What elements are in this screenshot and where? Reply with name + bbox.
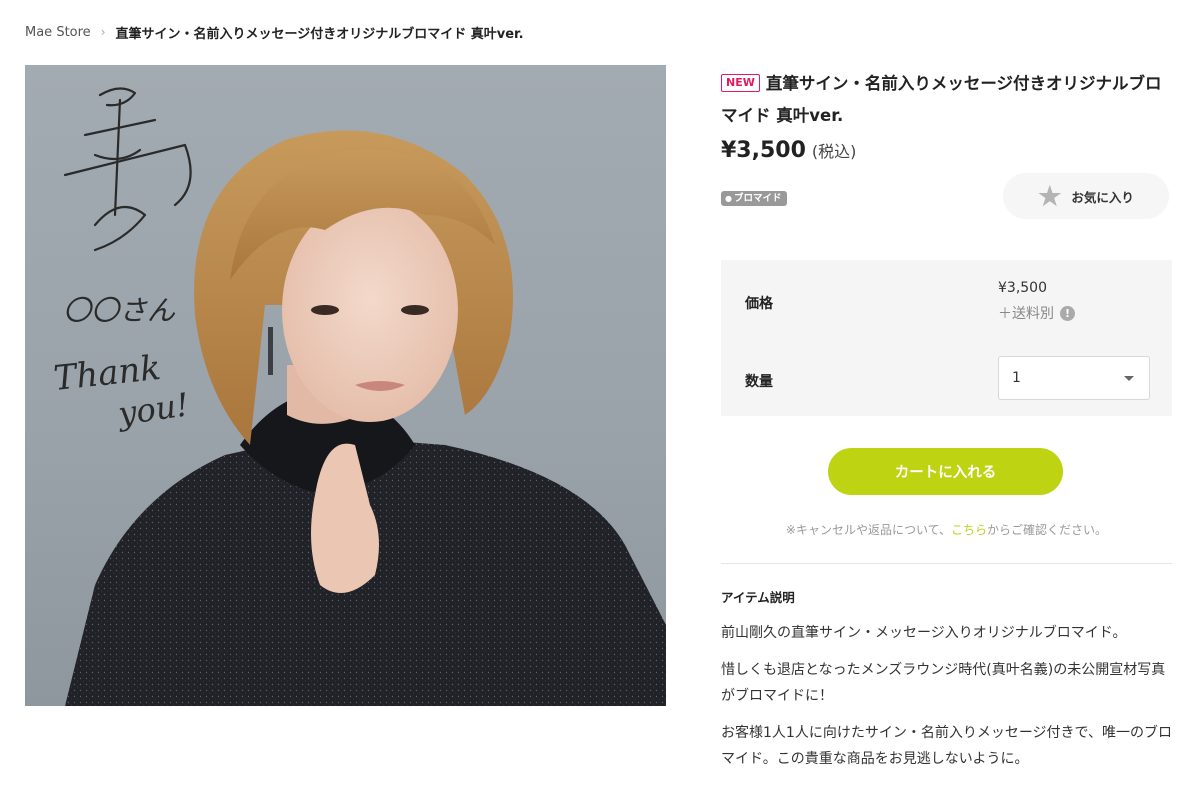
price-label: 価格: [745, 296, 773, 312]
star-icon: ★: [1038, 181, 1062, 211]
description-paragraph: 前山剛久の直筆サイン・メッセージ入りオリジナルブロマイド。: [721, 625, 1127, 641]
tax-note: (税込): [811, 142, 857, 161]
info-icon[interactable]: !: [1060, 305, 1075, 321]
breadcrumb-current: 直筆サイン・名前入りメッセージ付きオリジナルブロマイド 真叶ver.: [115, 26, 524, 42]
shipping-note: ＋送料別 !: [998, 303, 1075, 323]
handwriting-line-3: you!: [114, 385, 191, 433]
description-paragraph: 惜しくも退店となったメンズラウンジ時代(真叶名義)の未公開宣材写真がブロマイドに…: [721, 662, 1166, 704]
tag-icon: ●: [725, 194, 732, 203]
notice-text-after: からご確認ください。: [987, 523, 1108, 537]
tag-favorite-row: ● ブロマイド ★ お気に入り: [721, 171, 1173, 221]
price-row: ¥3,500 (税込): [721, 138, 1173, 163]
cancellation-notice: ※キャンセルや返品について、こちらからご確認ください。: [721, 521, 1172, 538]
notice-text-before: ※キャンセルや返品について、: [785, 523, 952, 537]
chevron-down-icon: [1124, 376, 1134, 381]
product-title: NEW 直筆サイン・名前入りメッセージ付きオリジナルブロマイド 真叶ver.: [721, 68, 1173, 132]
description-paragraph: お客様1人1人に向けたサイン・名前入りメッセージ付きで、唯一のブロマイド。この貴…: [721, 725, 1172, 767]
favorite-label: お気に入り: [1071, 190, 1134, 205]
product-title-text: 直筆サイン・名前入りメッセージ付きオリジナルブロマイド 真叶ver.: [721, 74, 1162, 125]
quantity-select[interactable]: 1: [998, 356, 1150, 400]
category-tag-label: ブロマイド: [733, 193, 782, 204]
item-description: アイテム説明 前山剛久の直筆サイン・メッセージ入りオリジナルブロマイド。 惜しく…: [721, 587, 1173, 783]
handwriting-line-1: 〇〇さん: [63, 294, 176, 327]
panel-price-value: ¥3,500: [998, 280, 1047, 296]
breadcrumb-store-link[interactable]: Mae Store: [25, 25, 91, 40]
description-heading: アイテム説明: [721, 590, 795, 605]
product-price: ¥3,500: [721, 138, 806, 163]
shipping-note-text: ＋送料別: [998, 306, 1054, 322]
add-to-cart-button[interactable]: カートに入れる: [828, 448, 1063, 495]
new-badge: NEW: [721, 74, 760, 92]
breadcrumb-separator-icon: ›: [100, 25, 106, 39]
order-panel: 価格 ¥3,500 ＋送料別 ! 数量 1: [721, 260, 1172, 416]
category-tag[interactable]: ● ブロマイド: [721, 191, 787, 206]
quantity-value: 1: [1012, 370, 1021, 386]
breadcrumb: Mae Store › 直筆サイン・名前入りメッセージ付きオリジナルブロマイド …: [25, 22, 524, 42]
signed-portrait-illustration: 〇〇さん Thank you!: [52, 87, 666, 706]
product-photo[interactable]: 〇〇さん Thank you!: [25, 65, 666, 706]
quantity-label: 数量: [745, 374, 773, 390]
product-info: NEW 直筆サイン・名前入りメッセージ付きオリジナルブロマイド 真叶ver. ¥3…: [721, 68, 1173, 221]
favorite-button[interactable]: ★ お気に入り: [1003, 173, 1169, 219]
notice-link[interactable]: こちら: [951, 523, 987, 537]
divider: [721, 563, 1172, 564]
